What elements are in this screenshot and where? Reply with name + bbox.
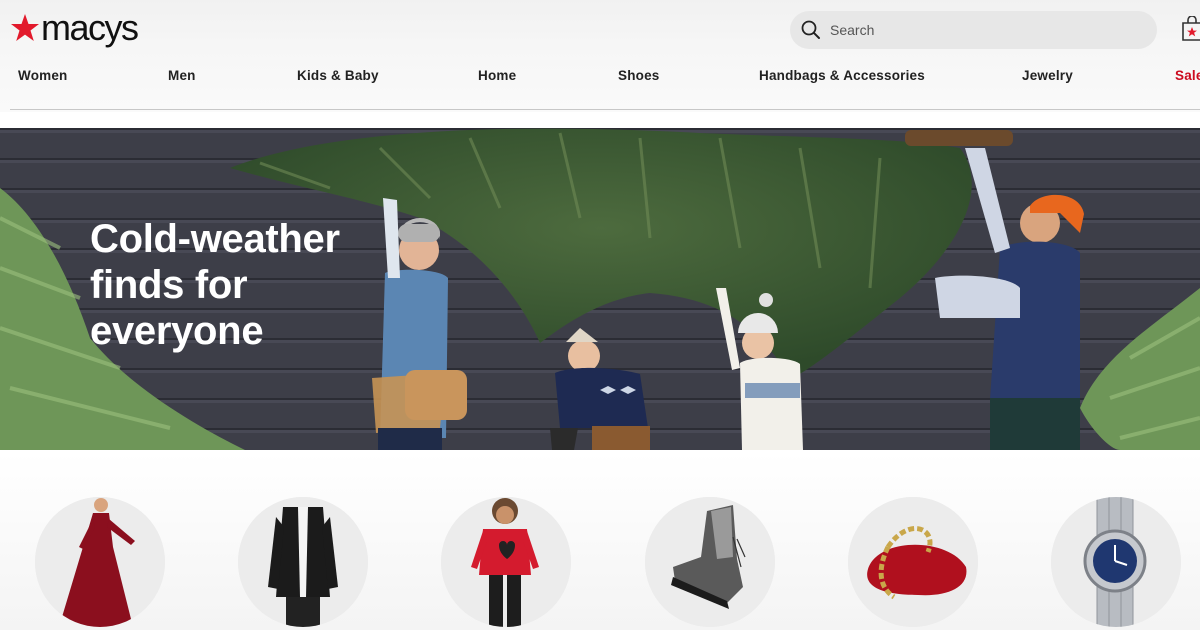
- nav-item-shoes[interactable]: Shoes: [618, 68, 660, 83]
- site-header: macys Women Men Kids & Baby Home Shoes H…: [0, 0, 1200, 112]
- search-bar[interactable]: [790, 11, 1157, 49]
- kids-red-sweater-image: [441, 497, 571, 627]
- watch-image: [1051, 497, 1181, 627]
- main-nav: Women Men Kids & Baby Home Shoes Handbag…: [0, 68, 1200, 92]
- macys-logo[interactable]: macys: [10, 7, 139, 48]
- nav-item-handbags-accessories[interactable]: Handbags & Accessories: [759, 68, 925, 83]
- hero-headline: Cold-weather finds for everyone: [90, 217, 340, 353]
- category-kids[interactable]: [441, 497, 571, 627]
- search-input[interactable]: [828, 21, 1132, 39]
- star-logo-icon: [11, 14, 39, 41]
- nav-item-jewelry[interactable]: Jewelry: [1022, 68, 1073, 83]
- nav-item-sale[interactable]: Sale: [1175, 68, 1200, 83]
- nav-item-kids-baby[interactable]: Kids & Baby: [297, 68, 379, 83]
- red-handbag-image: [848, 497, 978, 627]
- category-watches[interactable]: [1051, 497, 1181, 627]
- silver-boot-image: [645, 497, 775, 627]
- red-velvet-dress-image: [35, 497, 165, 627]
- hero-banner[interactable]: Cold-weather finds for everyone: [0, 128, 1200, 450]
- category-row: [0, 452, 1200, 630]
- logo-wordmark: macys: [41, 7, 139, 48]
- category-dresses[interactable]: [35, 497, 165, 627]
- search-icon[interactable]: [800, 19, 822, 41]
- nav-item-women[interactable]: Women: [18, 68, 68, 83]
- black-coat-image: [238, 497, 368, 627]
- nav-item-men[interactable]: Men: [168, 68, 196, 83]
- shopping-bag-icon[interactable]: [1181, 16, 1200, 42]
- nav-item-home[interactable]: Home: [478, 68, 516, 83]
- category-handbags[interactable]: [848, 497, 978, 627]
- nav-divider: [10, 109, 1200, 110]
- category-shoes[interactable]: [645, 497, 775, 627]
- category-coats[interactable]: [238, 497, 368, 627]
